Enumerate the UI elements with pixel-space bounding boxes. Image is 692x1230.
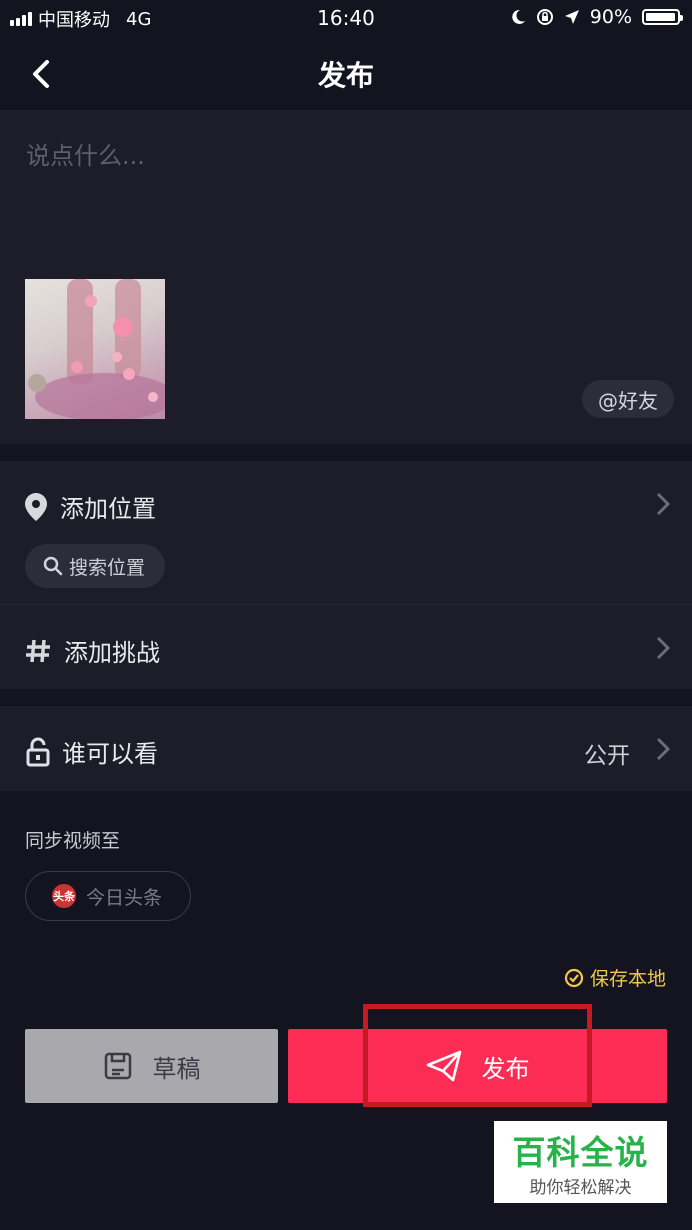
divider <box>0 604 692 605</box>
watermark-subtitle: 助你轻松解决 <box>529 1178 632 1198</box>
caption-input[interactable]: 说点什么... <box>26 136 145 171</box>
who-can-see: 谁可以看 <box>26 734 158 769</box>
save-local-label: 保存本地 <box>589 968 666 990</box>
draft-icon <box>104 1052 131 1080</box>
nav-bar: 发布 <box>0 36 692 108</box>
visibility-value: 公开 <box>584 743 630 769</box>
friends-label: @好友 <box>598 388 658 413</box>
chevron-right-icon <box>656 492 670 516</box>
unlock-icon <box>26 737 50 766</box>
chevron-right-icon <box>656 737 670 761</box>
video-thumbnail[interactable] <box>25 279 165 419</box>
highlight-box <box>363 1004 592 1107</box>
rotation-lock-icon <box>536 9 553 25</box>
status-right: 90% <box>510 6 683 28</box>
chevron-right-icon <box>656 636 670 660</box>
watermark-logo: 百科全说 助你轻松解决 <box>494 1121 667 1203</box>
thumbnail-image <box>28 279 165 419</box>
search-icon <box>43 556 63 576</box>
search-location-label: 搜索位置 <box>69 556 146 579</box>
add-challenge-label: 添加挑战 <box>64 639 160 667</box>
sync-toutiao-toggle[interactable]: 头条 今日头条 <box>25 871 191 921</box>
sync-title: 同步视频至 <box>25 830 121 852</box>
save-local-toggle[interactable]: 保存本地 <box>564 964 666 991</box>
visibility-row[interactable]: 谁可以看 公开 <box>0 706 692 791</box>
add-location-row[interactable]: 添加位置 <box>24 489 156 524</box>
location-pin-icon <box>25 492 47 521</box>
draft-button[interactable]: 草稿 <box>25 1029 278 1103</box>
add-challenge-row[interactable]: 添加挑战 <box>24 633 160 668</box>
draft-label: 草稿 <box>152 1054 201 1083</box>
toutiao-label: 今日头条 <box>86 886 163 909</box>
toutiao-logo-icon: 头条 <box>52 884 76 908</box>
check-circle-icon <box>564 968 584 987</box>
location-challenge-panel: 添加位置 搜索位置 添加挑战 <box>0 461 692 689</box>
moon-icon <box>512 9 525 24</box>
location-arrow-icon <box>564 10 579 24</box>
caption-panel: 说点什么... @好友 <box>0 110 692 444</box>
battery-icon <box>642 9 683 25</box>
page-title: 发布 <box>317 59 374 92</box>
add-location-label: 添加位置 <box>60 495 156 523</box>
battery-percent: 90% <box>589 6 632 28</box>
status-bar: 中国移动 4G 16:40 90% <box>0 0 692 36</box>
watermark-title: 百科全说 <box>512 1133 649 1172</box>
search-location-button[interactable]: 搜索位置 <box>25 544 166 588</box>
mention-friends-button[interactable]: @好友 <box>582 380 674 418</box>
hashtag-icon <box>26 639 50 662</box>
who-can-see-label: 谁可以看 <box>62 740 158 768</box>
